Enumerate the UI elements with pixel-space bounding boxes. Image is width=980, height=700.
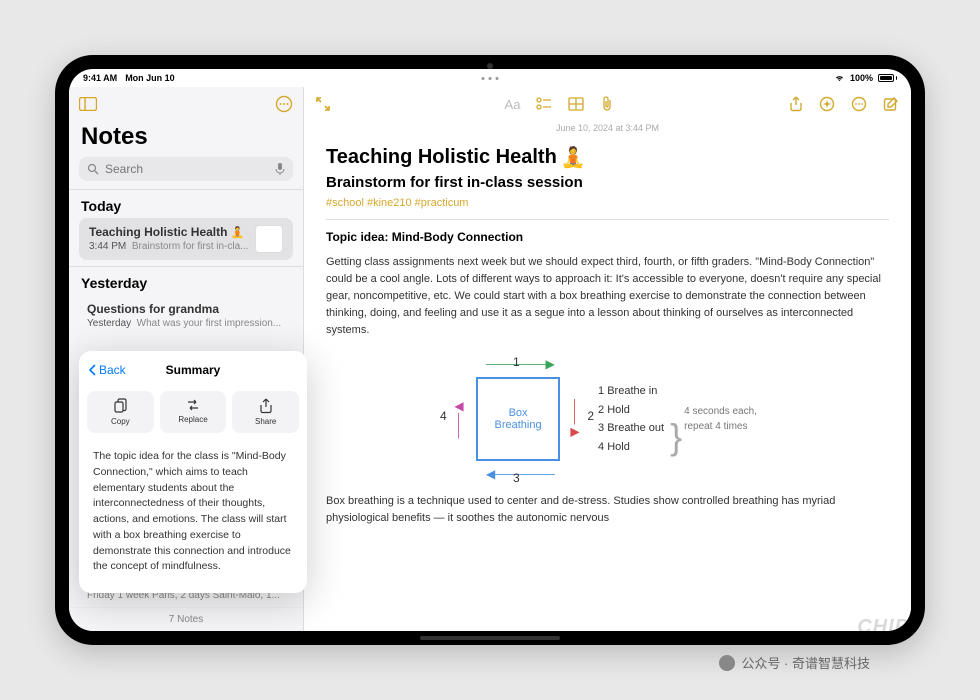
sidebar: Notes Today Teaching Holistic Health🧘 3:…	[69, 87, 304, 631]
section-heading: Topic idea: Mind-Body Connection	[326, 230, 889, 244]
emoji-icon: 🧘	[561, 145, 586, 170]
source-overlay: 公众号 · 奇谱智慧科技	[719, 653, 870, 672]
replace-icon	[185, 398, 201, 412]
popover-title: Summary	[166, 363, 221, 377]
status-time: 9:41 AM	[83, 73, 117, 83]
share-icon	[259, 398, 273, 414]
note-editor: Aa June 10, 2024 at 3:44 PM Teaching Hol	[304, 87, 911, 631]
chevron-left-icon	[89, 364, 97, 376]
emoji-icon: 🧘	[230, 226, 244, 239]
status-date: Mon Jun 10	[125, 73, 175, 83]
format-icon[interactable]: Aa	[505, 97, 521, 112]
summary-popover: Back Summary Copy Replace	[79, 351, 307, 593]
attachment-icon[interactable]	[600, 96, 614, 112]
battery-icon	[878, 74, 897, 82]
section-yesterday: Yesterday	[69, 267, 303, 295]
back-button[interactable]: Back	[89, 363, 126, 377]
copy-icon	[113, 398, 128, 414]
search-icon	[87, 163, 99, 175]
ai-icon[interactable]	[819, 96, 835, 112]
note-list-item[interactable]: Teaching Holistic Health🧘 3:44 PM Brains…	[79, 218, 293, 260]
home-indicator[interactable]	[420, 636, 560, 640]
note-body[interactable]: Teaching Holistic Health🧘 Brainstorm for…	[304, 135, 911, 631]
share-note-icon[interactable]	[789, 96, 803, 112]
note-title: Teaching Holistic Health🧘	[326, 145, 889, 170]
note-list-item[interactable]: Questions for grandma Yesterday What was…	[69, 295, 303, 336]
checklist-icon[interactable]	[536, 97, 552, 111]
paragraph: Box breathing is a technique used to cen…	[326, 493, 889, 527]
search-input[interactable]	[105, 162, 269, 176]
search-box[interactable]	[79, 157, 293, 181]
chip-watermark: CHIP	[857, 616, 909, 639]
note-subtitle: Brainstorm for first in-class session	[326, 174, 889, 191]
battery-percent: 100%	[850, 73, 873, 83]
copy-button[interactable]: Copy	[87, 391, 154, 433]
summary-text: The topic idea for the class is "Mind-Bo…	[79, 439, 307, 585]
sidebar-toggle-icon[interactable]	[79, 97, 97, 111]
replace-button[interactable]: Replace	[160, 391, 227, 433]
section-today: Today	[69, 190, 303, 218]
note-thumbnail	[255, 225, 283, 253]
paragraph: Getting class assignments next week but …	[326, 254, 889, 339]
mic-icon[interactable]	[275, 162, 285, 176]
compose-icon[interactable]	[883, 96, 899, 112]
share-button[interactable]: Share	[232, 391, 299, 433]
more-icon[interactable]	[851, 96, 867, 112]
note-tags[interactable]: #school #kine210 #practicum	[326, 197, 889, 209]
status-bar: 9:41 AM Mon Jun 10 100%	[69, 69, 911, 87]
wechat-icon	[719, 655, 735, 671]
table-icon[interactable]	[568, 97, 584, 111]
multitask-dots[interactable]	[482, 77, 499, 80]
expand-icon[interactable]	[316, 97, 330, 111]
wifi-icon	[834, 74, 845, 82]
note-count: 7 Notes	[69, 607, 303, 631]
note-timestamp: June 10, 2024 at 3:44 PM	[304, 121, 911, 135]
box-breathing-sketch: ───────▶ 1 ───▶ 2 ◀─────── 3 ◀─── 4 BoxB…	[326, 351, 889, 493]
more-options-icon[interactable]	[275, 95, 293, 113]
sidebar-title: Notes	[69, 121, 303, 157]
